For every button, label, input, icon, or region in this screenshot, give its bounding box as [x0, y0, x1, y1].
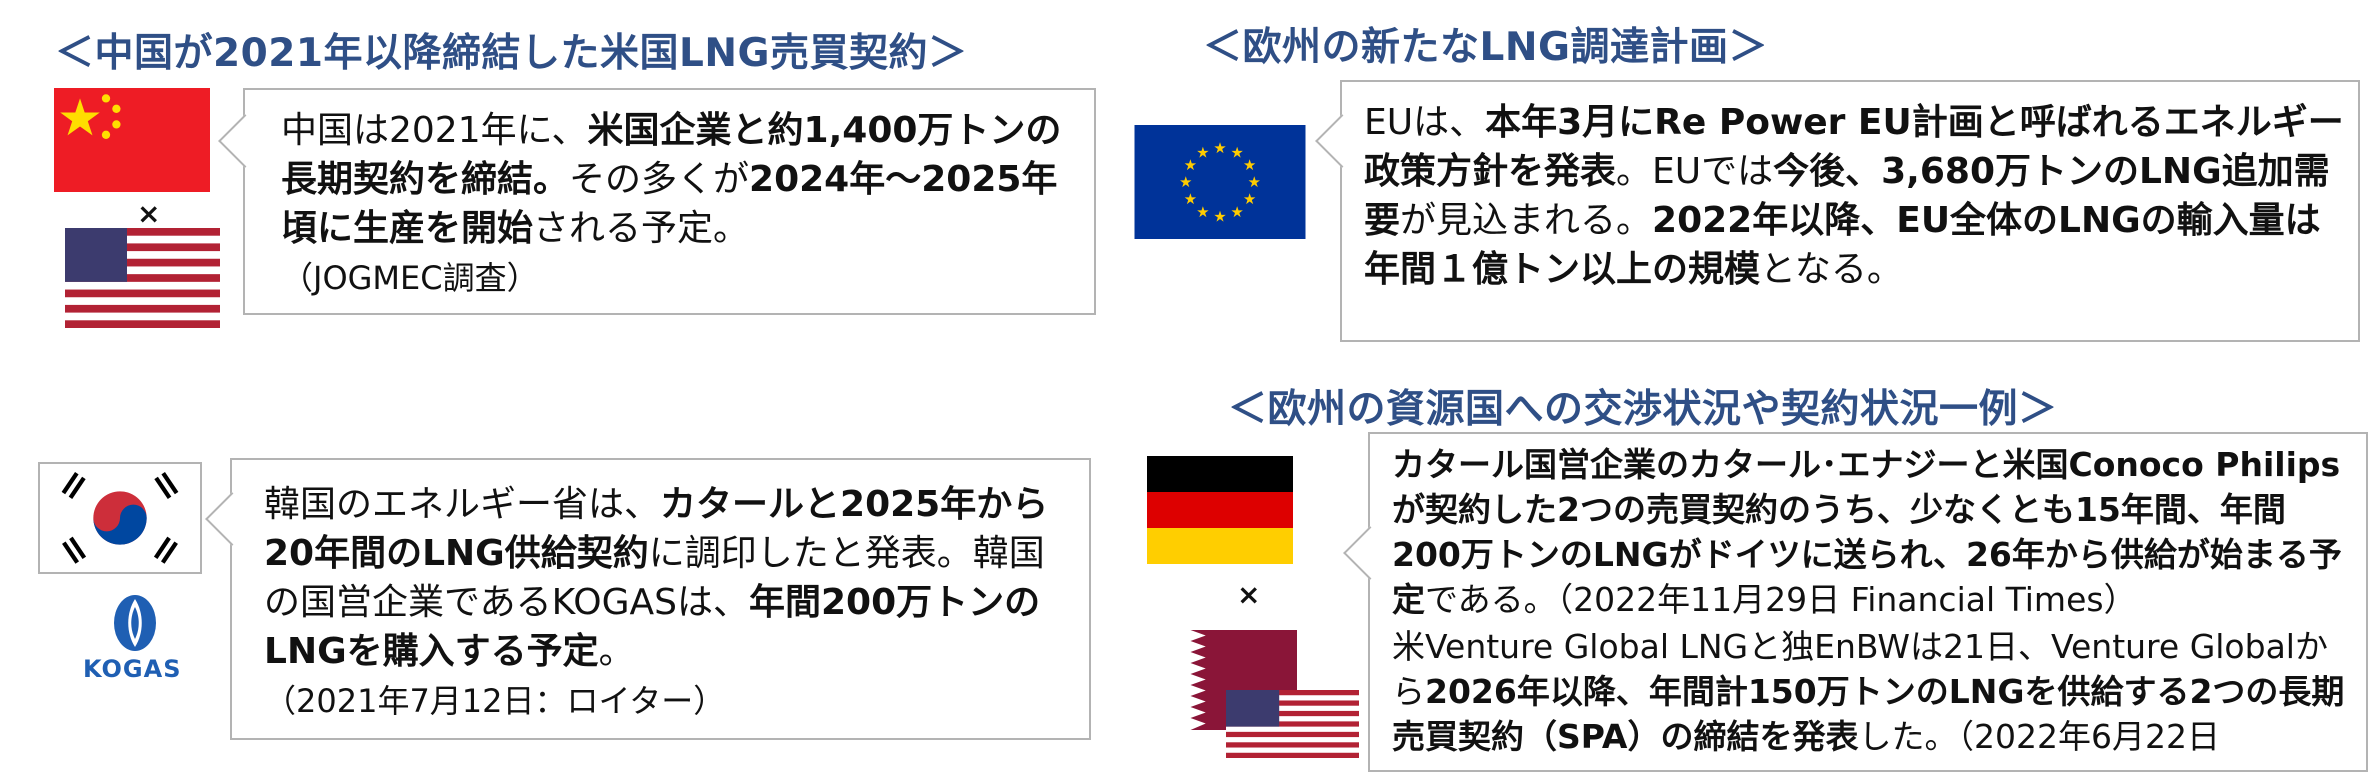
korea-flag-icon: [61, 471, 179, 564]
svg-text:★: ★: [1230, 144, 1243, 161]
svg-text:★: ★: [1213, 140, 1226, 157]
us-flag-icon-2: [1226, 690, 1359, 758]
eu-flag-icon: ★ ★ ★ ★ ★ ★ ★ ★ ★ ★ ★ ★: [1134, 125, 1306, 239]
eu-text-3: 。EUでは: [1616, 151, 1774, 192]
deal-text-1-rest: である。（2022年11月29日 Financial Times）: [1425, 580, 2137, 619]
china-info-box: 中国は2021年に、米国企業と約1,400万トンの長期契約を締結。その多くが20…: [218, 88, 1096, 315]
svg-text:★: ★: [1184, 191, 1197, 208]
svg-text:★: ★: [1196, 204, 1209, 221]
eu-info-box: EUは、本年3月にRe Power EU計画と呼ばれるエネルギー政策方針を発表。…: [1315, 80, 2360, 342]
svg-text:★: ★: [1179, 174, 1192, 191]
china-source: （JOGMEC調査）: [281, 259, 539, 297]
kogas-logo-icon: [114, 595, 156, 651]
svg-text:★: ★: [1248, 174, 1261, 191]
europe-deals-box: カタール国営企業のカタール･エナジーと米国Conoco Philipsが契約した…: [1343, 432, 2368, 772]
eu-text-5: が見込まれる。: [1400, 200, 1653, 241]
germany-qatar-separator: ×: [1237, 578, 1261, 611]
svg-text:★: ★: [1184, 157, 1197, 174]
korea-info-box: 韓国のエネルギー省は、カタールと2025年から20年間のLNG供給契約に調印した…: [205, 458, 1091, 740]
china-section-heading: ＜中国が2021年以降締結した米国LNG売買契約＞: [55, 31, 968, 76]
korea-text-1: 韓国のエネルギー省は、: [264, 484, 661, 525]
svg-text:★: ★: [1243, 157, 1256, 174]
eu-text-1: EUは、: [1364, 102, 1486, 143]
china-text-1: 中国は2021年に、: [281, 110, 588, 151]
kogas-logo-text: KOGAS: [83, 655, 182, 683]
china-text-3: その多くが: [569, 159, 750, 200]
svg-text:★: ★: [1213, 208, 1226, 225]
china-us-separator: ×: [137, 197, 161, 230]
china-text-5: される予定。: [533, 208, 750, 249]
eu-text-7: となる。: [1760, 249, 1903, 290]
korea-text-5: 。: [598, 631, 635, 672]
germany-flag-icon: [1147, 456, 1293, 564]
europe-deals-heading: ＜欧州の資源国への交渉状況や契約状況一例＞: [1228, 387, 2058, 432]
svg-text:★: ★: [1196, 144, 1209, 161]
svg-text:★: ★: [1230, 204, 1243, 221]
china-flag-icon: [54, 88, 210, 192]
deal-text-2-rest: した。（2022年6月22日: [1858, 717, 2220, 756]
korea-flag-box: [38, 462, 202, 574]
eu-section-heading: ＜欧州の新たなLNG調達計画＞: [1203, 25, 1769, 70]
svg-text:★: ★: [1243, 191, 1256, 208]
korea-source: （2021年7月12日：ロイター）: [264, 682, 726, 720]
us-flag-icon: [65, 228, 220, 328]
